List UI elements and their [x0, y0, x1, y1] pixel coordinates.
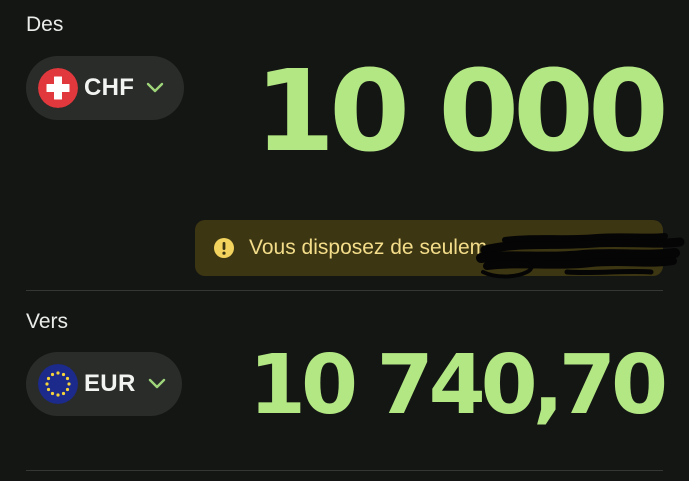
to-currency-selector[interactable]: EUR [26, 352, 182, 416]
from-currency-selector[interactable]: CHF [26, 56, 184, 120]
from-currency-code: CHF [84, 74, 135, 101]
section-divider [26, 470, 663, 471]
from-amount-input[interactable]: 10 000 [255, 56, 670, 168]
section-divider [26, 290, 663, 291]
warning-text: Vous disposez de seulem [249, 236, 488, 259]
from-label: Des [26, 13, 64, 36]
exclamation-circle-icon [213, 237, 235, 259]
to-amount-value: 10 740,70 [248, 338, 668, 433]
redaction-scribble [476, 233, 685, 279]
currency-converter-screen: Des CHF 10 000 Vous disposez de seulem V… [0, 0, 689, 481]
chevron-down-icon [148, 378, 166, 390]
swiss-flag-icon [38, 68, 78, 108]
chevron-down-icon [146, 82, 164, 94]
to-currency-code: EUR [84, 370, 136, 397]
to-label: Vers [26, 310, 69, 333]
eu-flag-icon [38, 364, 78, 404]
